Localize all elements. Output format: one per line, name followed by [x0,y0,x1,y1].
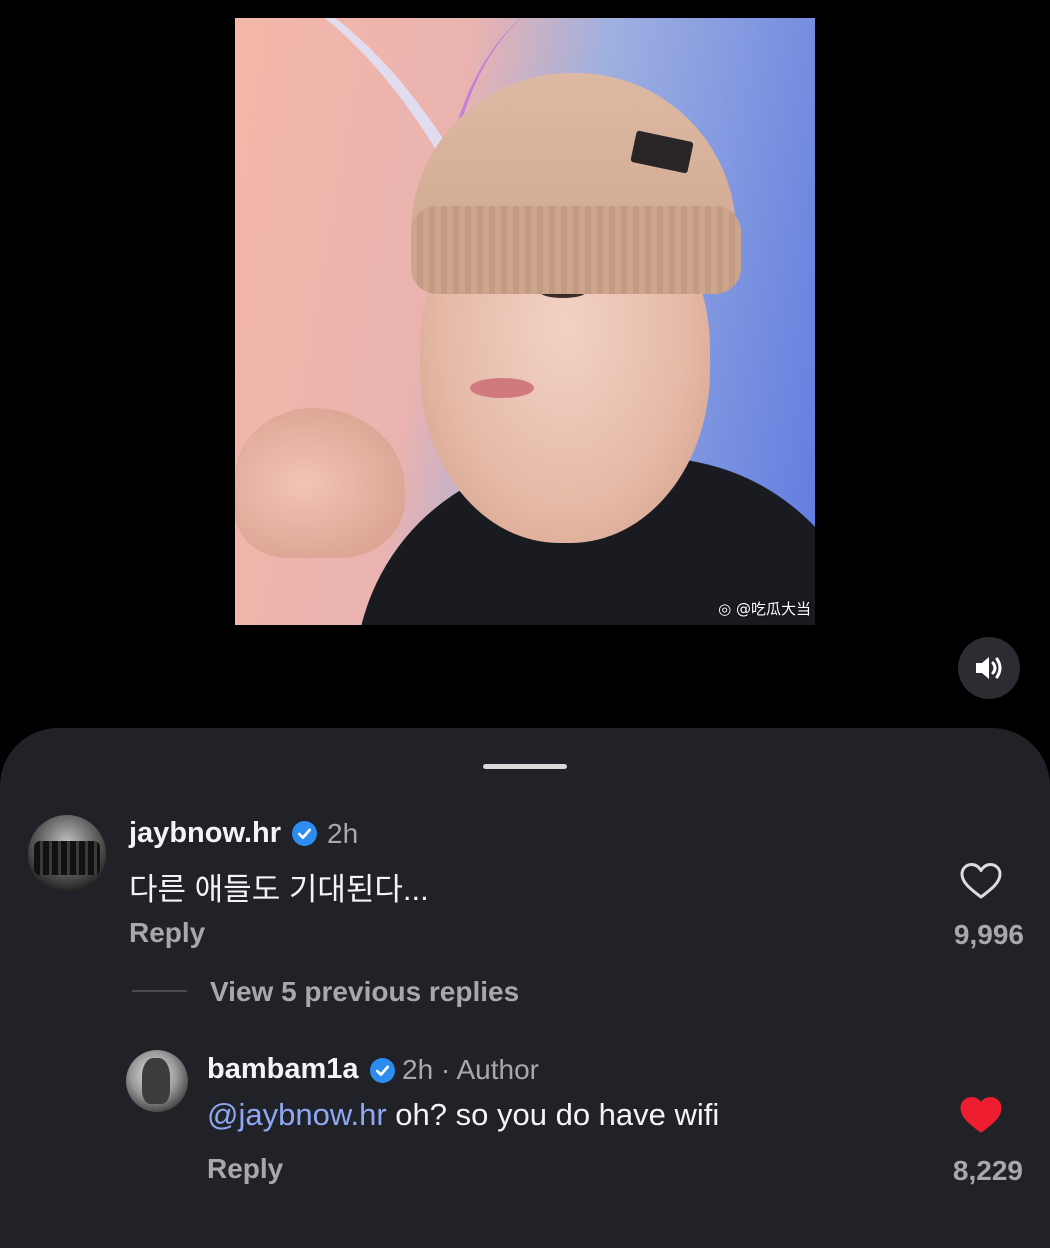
video-watermark: ◎ @吃瓜大当 [718,600,811,618]
comment-text: @jaybnow.hr oh? so you do have wifi [207,1097,719,1133]
reply-button[interactable]: Reply [207,1153,283,1185]
speaker-icon [976,657,1002,679]
comment-timestamp: 2h [327,818,359,849]
mention-link[interactable]: @jaybnow.hr [207,1097,387,1132]
video-frame[interactable]: ◎ @吃瓜大当 [235,18,815,625]
heart-filled-icon[interactable] [959,1095,1003,1135]
sheet-grabber[interactable] [483,764,567,769]
like-count: 9,996 [953,919,1024,950]
comment-text-body: oh? so you do have wifi [386,1097,720,1132]
comment-username[interactable]: jaybnow.hr [129,817,281,850]
avatar[interactable] [126,1050,188,1112]
view-previous-replies-button[interactable]: View 5 previous replies [210,976,519,1008]
verified-badge-icon [292,821,317,846]
like-count: 8,229 [952,1155,1023,1186]
weibo-icon: ◎ [718,600,736,618]
verified-badge-icon [370,1058,395,1083]
comment-username[interactable]: bambam1a [207,1053,359,1086]
reply-button[interactable]: Reply [129,917,205,949]
avatar[interactable] [28,815,106,893]
comment-text: 다른 애들도 기대된다... [129,872,429,907]
heart-icon[interactable] [959,861,1003,901]
sound-toggle-button[interactable] [958,637,1020,699]
comments-sheet: jaybnow.hr 2h 다른 애들도 기대된다... Reply 9,996… [0,728,1050,1248]
beanie-cuff [411,206,741,294]
comment-meta: 2h · Author [402,1054,539,1085]
thread-line [132,990,187,992]
mouth [470,378,534,398]
